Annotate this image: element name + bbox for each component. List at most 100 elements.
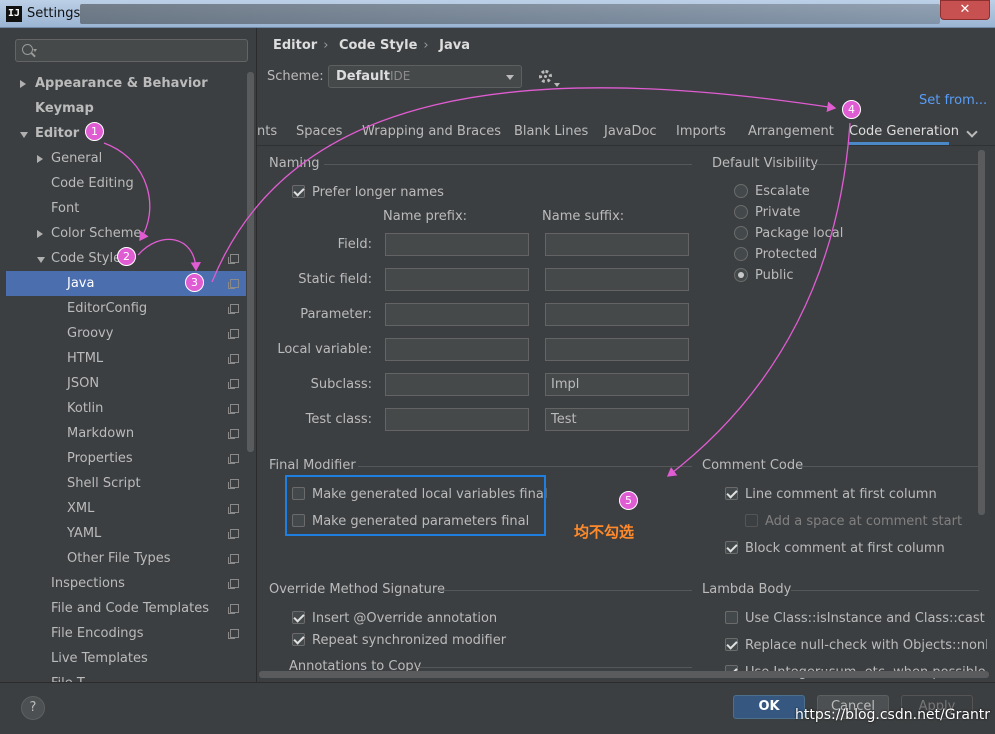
sidebar-item-label: Color Scheme	[51, 226, 142, 241]
gear-icon[interactable]	[539, 70, 560, 87]
visibility-radio-escalate[interactable]	[734, 184, 748, 198]
line-comment-first-column-checkbox[interactable]	[725, 487, 738, 500]
watermark: https://blog.csdn.net/Grantr	[795, 707, 991, 723]
name-suffix-input[interactable]	[545, 233, 689, 256]
sidebar-item-file-encodings[interactable]: File Encodings	[6, 621, 246, 646]
name-prefix-input[interactable]	[385, 233, 529, 256]
visibility-radio-package-local[interactable]	[734, 226, 748, 240]
set-from-link[interactable]: Set from...	[919, 93, 987, 108]
name-prefix-input[interactable]	[385, 373, 529, 396]
block-comment-first-column-checkbox[interactable]	[725, 541, 738, 554]
close-button[interactable]: ✕	[940, 0, 990, 20]
sidebar-item-editor[interactable]: Editor	[6, 121, 246, 146]
sidebar-item-properties[interactable]: Properties	[6, 446, 246, 471]
sidebar-item-shell-script[interactable]: Shell Script	[6, 471, 246, 496]
search-input[interactable]	[15, 39, 248, 62]
name-suffix-input[interactable]	[545, 338, 689, 361]
nullcheck-checkbox[interactable]	[725, 638, 738, 651]
copy-settings-icon	[228, 504, 239, 514]
name-prefix-input[interactable]	[385, 338, 529, 361]
sidebar-item-label: File T...	[51, 671, 96, 682]
tab-blank-lines[interactable]: Blank Lines	[514, 124, 588, 139]
chevron-down-icon[interactable]	[37, 257, 45, 263]
sidebar-item-color-scheme[interactable]: Color Scheme	[6, 221, 246, 246]
isinstance-checkbox[interactable]	[725, 611, 738, 624]
repeat-synchronized-label: Repeat synchronized modifier	[312, 633, 507, 648]
name-suffix-value: Test	[551, 412, 577, 427]
sidebar-item-yaml[interactable]: YAML	[6, 521, 246, 546]
scheme-select[interactable]: Default IDE	[328, 65, 522, 88]
vertical-scrollbar[interactable]	[978, 150, 985, 515]
sidebar-item-label: Markdown	[67, 426, 135, 441]
name-suffix-input[interactable]: Impl	[545, 373, 689, 396]
sidebar-item-kotlin[interactable]: Kotlin	[6, 396, 246, 421]
sidebar-item-java[interactable]: Java	[6, 271, 246, 296]
horizontal-scrollbar[interactable]	[259, 671, 989, 678]
tab-javadoc[interactable]: JavaDoc	[604, 124, 657, 139]
sidebar-item-general[interactable]: General	[6, 146, 246, 171]
divider	[418, 667, 692, 668]
visibility-radio-private[interactable]	[734, 205, 748, 219]
repeat-synchronized-checkbox[interactable]	[292, 633, 305, 646]
annotation-arrow-4-5	[666, 122, 851, 477]
tab-wrapping-and-braces[interactable]: Wrapping and Braces	[362, 124, 501, 139]
sidebar-item-label: Editor	[35, 126, 80, 141]
prefer-longer-names-checkbox[interactable]	[292, 185, 305, 198]
sidebar-item-label: Code Editing	[51, 176, 134, 191]
sidebar-item-html[interactable]: HTML	[6, 346, 246, 371]
chevron-right-icon[interactable]	[37, 230, 43, 238]
tab-spaces[interactable]: Spaces	[296, 124, 342, 139]
copy-settings-icon	[228, 604, 239, 614]
sidebar-item-label: General	[51, 151, 103, 166]
tab-comments[interactable]: nts	[257, 124, 277, 139]
name-prefix-input[interactable]	[385, 268, 529, 291]
sidebar-item-markdown[interactable]: Markdown	[6, 421, 246, 446]
nullcheck-label: Replace null-check with Objects::nonNull…	[745, 638, 987, 653]
insert-override-label: Insert @Override annotation	[312, 611, 498, 626]
tab-code-generation[interactable]: Code Generation	[849, 124, 959, 139]
sidebar-item-appearance-behavior[interactable]: Appearance & Behavior	[6, 71, 246, 96]
sidebar-item-other-file-types[interactable]: Other File Types	[6, 546, 246, 571]
prefer-longer-names-label: Prefer longer names	[312, 185, 444, 200]
sidebar-item-live-templates[interactable]: Live Templates	[6, 646, 246, 671]
name-prefix-input[interactable]	[385, 303, 529, 326]
tab-arrangement[interactable]: Arrangement	[748, 124, 834, 139]
sidebar-item-label: XML	[67, 501, 95, 516]
visibility-radio-protected[interactable]	[734, 247, 748, 261]
naming-row-label: Parameter:	[300, 307, 372, 322]
sidebar-item-xml[interactable]: XML	[6, 496, 246, 521]
sidebar-item-file-t[interactable]: File T...	[6, 671, 246, 682]
tab-imports[interactable]: Imports	[676, 124, 726, 139]
name-prefix-input[interactable]	[385, 408, 529, 431]
copy-settings-icon	[228, 279, 239, 289]
chevron-right-icon[interactable]	[37, 155, 43, 163]
visibility-radio-public[interactable]	[734, 268, 748, 282]
name-suffix-input[interactable]: Test	[545, 408, 689, 431]
add-space-checkbox[interactable]	[745, 514, 758, 527]
sidebar-item-keymap[interactable]: Keymap	[6, 96, 246, 121]
sidebar-item-editorconfig[interactable]: EditorConfig	[6, 296, 246, 321]
intellij-icon: IJ	[6, 6, 22, 22]
lambda-body-title: Lambda Body	[702, 582, 792, 597]
naming-row-label: Static field:	[298, 272, 372, 287]
sidebar-item-code-editing[interactable]: Code Editing	[6, 171, 246, 196]
add-space-label: Add a space at comment start	[765, 514, 963, 529]
sidebar-scrollbar[interactable]	[247, 72, 254, 452]
line-comment-first-column-label: Line comment at first column	[745, 487, 937, 502]
chevron-right-icon[interactable]	[20, 80, 26, 88]
sidebar-item-groovy[interactable]: Groovy	[6, 321, 246, 346]
sidebar-item-file-and-code-templates[interactable]: File and Code Templates	[6, 596, 246, 621]
sidebar-item-font[interactable]: Font	[6, 196, 246, 221]
name-suffix-input[interactable]	[545, 268, 689, 291]
insert-override-checkbox[interactable]	[292, 611, 305, 624]
help-button[interactable]: ?	[21, 696, 45, 720]
chevron-down-icon[interactable]	[20, 132, 28, 138]
sidebar-item-inspections[interactable]: Inspections	[6, 571, 246, 596]
name-suffix-input[interactable]	[545, 303, 689, 326]
sidebar-item-label: Font	[51, 201, 80, 216]
naming-row-label: Subclass:	[310, 377, 372, 392]
sidebar-item-json[interactable]: JSON	[6, 371, 246, 396]
copy-settings-icon	[228, 529, 239, 539]
dialog-button-bar: ? OK Cancel Apply https://blog.csdn.net/…	[0, 682, 995, 734]
chevron-down-icon	[554, 83, 560, 87]
